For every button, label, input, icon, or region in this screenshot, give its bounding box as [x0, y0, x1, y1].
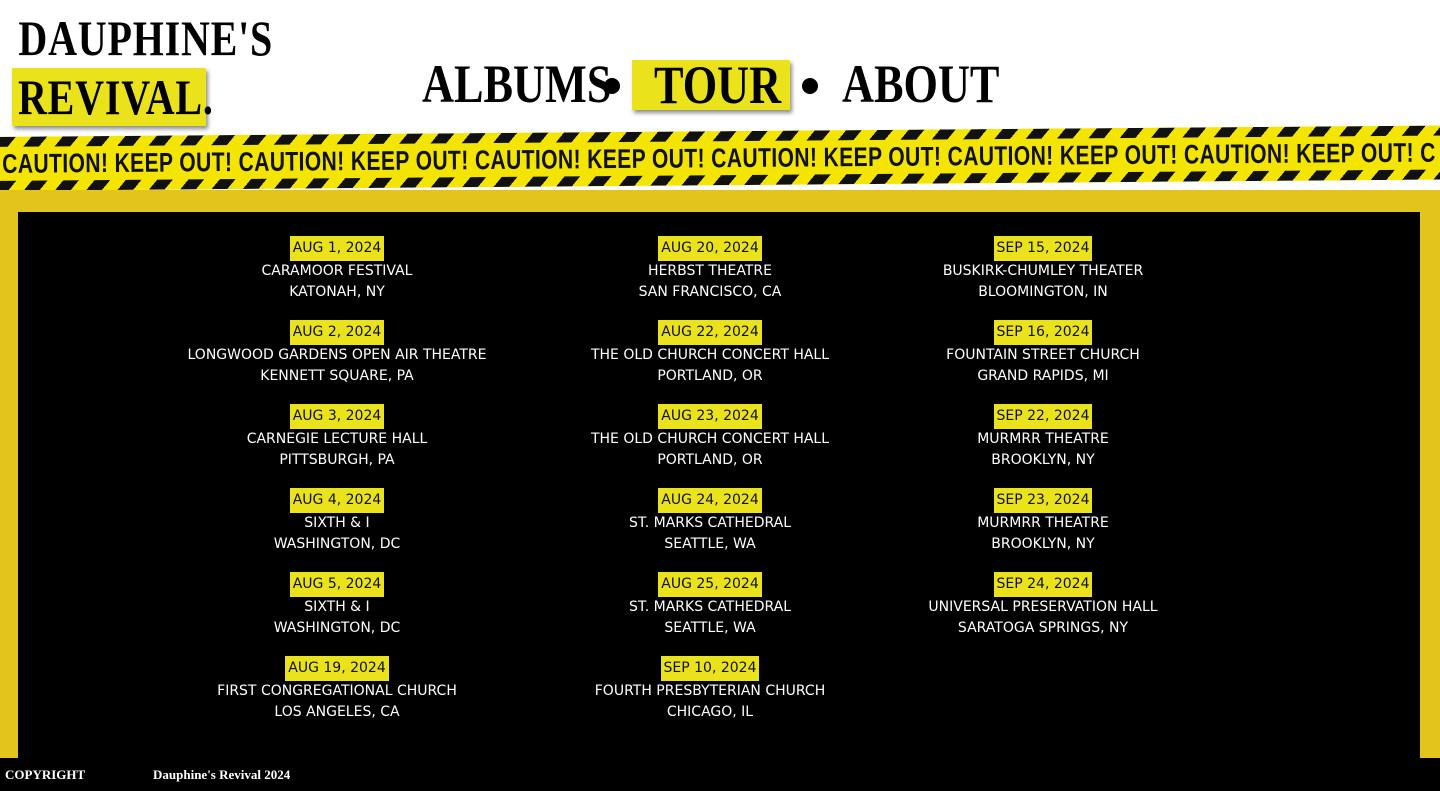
- show-location: WASHINGTON, DC: [273, 536, 401, 552]
- tour-column: SEP 15, 2024 BUSKIRK-CHUMLEY THEATER BLOOM…: [863, 236, 1223, 656]
- tour-date-item: AUG 23, 2024 THE OLD CHURCH CONCERT HALL P…: [530, 404, 890, 488]
- show-venue: CARAMOOR FESTIVAL: [261, 263, 413, 279]
- tour-date-item: AUG 19, 2024 FIRST CONGREGATIONAL CHURCH L…: [157, 656, 517, 740]
- show-location: GRAND RAPIDS, MI: [977, 368, 1109, 384]
- show-location: PORTLAND, OR: [657, 452, 763, 468]
- show-date-badge: SEP 24, 2024: [993, 572, 1093, 597]
- nav-separator-dot: [802, 78, 818, 94]
- tour-date-item: SEP 15, 2024 BUSKIRK-CHUMLEY THEATER BLOOM…: [863, 236, 1223, 320]
- show-location: PITTSBURGH, PA: [279, 452, 395, 468]
- show-date-badge: SEP 23, 2024: [993, 488, 1093, 513]
- show-venue: ST. MARKS CATHEDRAL: [628, 515, 792, 531]
- nav-separator-dot: [604, 78, 620, 94]
- show-date-badge: AUG 22, 2024: [658, 320, 762, 345]
- tour-date-item: AUG 20, 2024 HERBST THEATRE SAN FRANCISCO,…: [530, 236, 890, 320]
- nav-tour-label: TOUR: [654, 55, 782, 115]
- tour-date-item: SEP 23, 2024 MURMRR THEATRE BROOKLYN, NY: [863, 488, 1223, 572]
- caution-tape-banner: CAUTION! KEEP OUT! CAUTION! KEEP OUT! CA…: [0, 125, 1440, 191]
- show-venue: SIXTH & I: [304, 515, 370, 531]
- show-date-badge: AUG 20, 2024: [658, 236, 762, 261]
- show-venue: THE OLD CHURCH CONCERT HALL: [590, 347, 830, 363]
- show-date-badge: AUG 25, 2024: [658, 572, 762, 597]
- copyright-label: COPYRIGHT: [5, 767, 86, 782]
- show-location: BROOKLYN, NY: [991, 452, 1095, 468]
- tour-date-item: AUG 24, 2024 ST. MARKS CATHEDRAL SEATTLE, …: [530, 488, 890, 572]
- tour-date-item: AUG 25, 2024 ST. MARKS CATHEDRAL SEATTLE, …: [530, 572, 890, 656]
- show-location: LOS ANGELES, CA: [274, 704, 400, 720]
- show-venue: FIRST CONGREGATIONAL CHURCH: [217, 683, 457, 699]
- show-date-badge: AUG 23, 2024: [658, 404, 762, 429]
- show-venue: THE OLD CHURCH CONCERT HALL: [590, 431, 830, 447]
- tour-date-item: SEP 16, 2024 FOUNTAIN STREET CHURCH GRAND …: [863, 320, 1223, 404]
- tour-column: AUG 1, 2024 CARAMOOR FESTIVAL KATONAH, NY A…: [157, 236, 517, 740]
- show-date-badge: AUG 19, 2024: [285, 656, 389, 681]
- tour-date-item: AUG 22, 2024 THE OLD CHURCH CONCERT HALL P…: [530, 320, 890, 404]
- tour-date-item: AUG 3, 2024 CARNEGIE LECTURE HALL PITTSBUR…: [157, 404, 517, 488]
- show-location: SEATTLE, WA: [664, 620, 756, 636]
- show-location: SEATTLE, WA: [664, 536, 756, 552]
- show-date-badge: AUG 1, 2024: [289, 236, 385, 261]
- tour-dates-panel: AUG 1, 2024 CARAMOOR FESTIVAL KATONAH, NY A…: [18, 212, 1420, 760]
- show-location: SAN FRANCISCO, CA: [638, 284, 782, 300]
- show-date-badge: AUG 24, 2024: [658, 488, 762, 513]
- show-location: KATONAH, NY: [289, 284, 385, 300]
- nav-about-link[interactable]: ABOUT: [842, 56, 1034, 112]
- show-date-badge: AUG 5, 2024: [289, 572, 385, 597]
- show-venue: UNIVERSAL PRESERVATION HALL: [928, 599, 1158, 615]
- show-location: BROOKLYN, NY: [991, 536, 1095, 552]
- show-location: WASHINGTON, DC: [273, 620, 401, 636]
- show-date-badge: SEP 10, 2024: [660, 656, 760, 681]
- show-venue: LONGWOOD GARDENS OPEN AIR THEATRE: [187, 347, 487, 363]
- show-venue: ST. MARKS CATHEDRAL: [628, 599, 792, 615]
- nav-about-label: ABOUT: [842, 54, 1000, 114]
- show-location: BLOOMINGTON, IN: [978, 284, 1108, 300]
- show-venue: FOURTH PRESBYTERIAN CHURCH: [594, 683, 826, 699]
- show-location: SARATOGA SPRINGS, NY: [957, 620, 1129, 636]
- show-location: KENNETT SQUARE, PA: [260, 368, 414, 384]
- show-date-badge: SEP 15, 2024: [993, 236, 1093, 261]
- show-date-badge: AUG 2, 2024: [289, 320, 385, 345]
- tour-column: AUG 20, 2024 HERBST THEATRE SAN FRANCISCO,…: [530, 236, 890, 740]
- show-venue: HERBST THEATRE: [648, 263, 772, 279]
- tour-date-item: SEP 10, 2024 FOURTH PRESBYTERIAN CHURCH CH…: [530, 656, 890, 740]
- show-date-badge: AUG 3, 2024: [289, 404, 385, 429]
- tour-frame: AUG 1, 2024 CARAMOOR FESTIVAL KATONAH, NY A…: [0, 190, 1440, 760]
- tour-date-item: SEP 22, 2024 MURMRR THEATRE BROOKLYN, NY: [863, 404, 1223, 488]
- show-location: PORTLAND, OR: [657, 368, 763, 384]
- nav-albums-label: ALBUMS: [422, 54, 612, 114]
- show-date-badge: SEP 22, 2024: [993, 404, 1093, 429]
- show-date-badge: SEP 16, 2024: [993, 320, 1093, 345]
- tour-date-item: AUG 2, 2024 LONGWOOD GARDENS OPEN AIR THE…: [157, 320, 517, 404]
- footer: COPYRIGHT Dauphine's Revival 2024: [0, 758, 1440, 791]
- show-venue: MURMRR THEATRE: [977, 515, 1109, 531]
- tour-date-item: AUG 4, 2024 SIXTH & I WASHINGTON, DC: [157, 488, 517, 572]
- tour-date-item: SEP 24, 2024 UNIVERSAL PRESERVATION HALL S…: [863, 572, 1223, 656]
- copyright-text: Dauphine's Revival 2024: [153, 767, 291, 782]
- show-venue: SIXTH & I: [304, 599, 370, 615]
- show-date-badge: AUG 4, 2024: [289, 488, 385, 513]
- show-venue: CARNEGIE LECTURE HALL: [246, 431, 428, 447]
- nav-tour-link[interactable]: TOUR: [632, 55, 790, 115]
- show-venue: MURMRR THEATRE: [977, 431, 1109, 447]
- show-venue: FOUNTAIN STREET CHURCH: [946, 347, 1140, 363]
- tour-date-item: AUG 1, 2024 CARAMOOR FESTIVAL KATONAH, NY: [157, 236, 517, 320]
- tour-date-item: AUG 5, 2024 SIXTH & I WASHINGTON, DC: [157, 572, 517, 656]
- show-venue: BUSKIRK-CHUMLEY THEATER: [942, 263, 1144, 279]
- main-nav: ALBUMS TOUR ABOUT: [0, 56, 1440, 116]
- show-location: CHICAGO, IL: [666, 704, 754, 720]
